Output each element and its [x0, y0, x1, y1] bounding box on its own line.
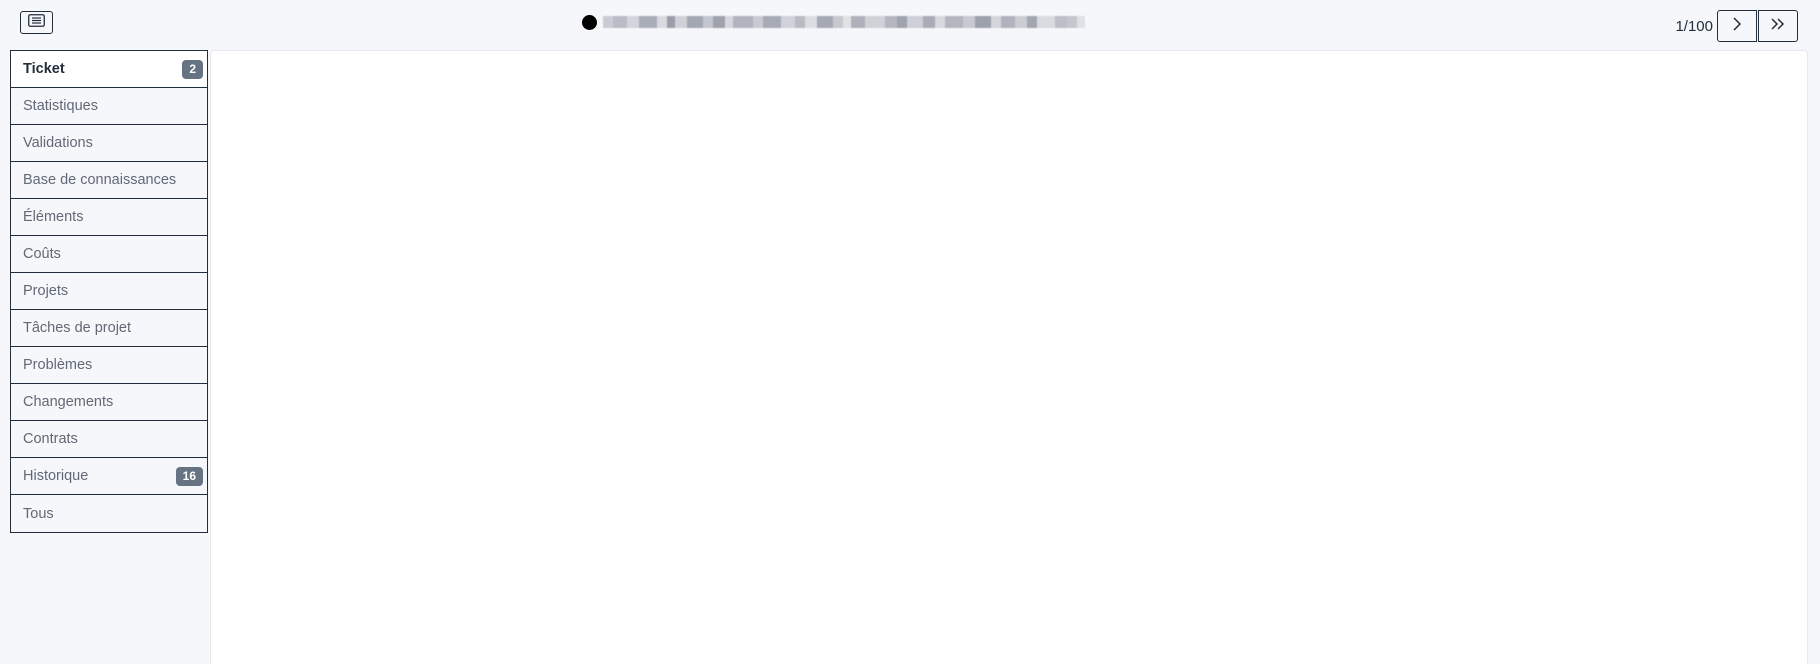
tab-label: Validations: [23, 135, 93, 151]
tab-label: Changements: [23, 394, 114, 410]
count-badge: 2: [182, 59, 203, 79]
chevron-right-icon: [1731, 16, 1743, 36]
list-icon: [28, 13, 45, 32]
tab-label: Statistiques: [23, 98, 98, 114]
next-button[interactable]: [1717, 10, 1757, 42]
toggle-sidebar-button[interactable]: [20, 11, 53, 34]
tab-label: Ticket: [23, 61, 65, 77]
redacted-title: [603, 12, 1156, 32]
tab-projets[interactable]: Projets: [11, 273, 207, 310]
last-button[interactable]: [1758, 10, 1798, 42]
pager-count: 1/100: [1675, 17, 1713, 35]
tab-statistiques[interactable]: Statistiques: [11, 88, 207, 125]
tab-changements[interactable]: Changements: [11, 384, 207, 421]
tab-taches-de-projet[interactable]: Tâches de projet: [11, 310, 207, 347]
count-badge: 16: [175, 466, 203, 486]
tab-label: Projets: [23, 283, 69, 299]
pager: 1/100: [1675, 10, 1798, 42]
tab-problemes[interactable]: Problèmes: [11, 347, 207, 384]
tab-label: Tous: [23, 505, 54, 522]
tab-ticket[interactable]: Ticket 2: [11, 51, 207, 88]
tab-label: Problèmes: [23, 357, 93, 373]
tab-couts[interactable]: Coûts: [11, 236, 207, 273]
tab-elements[interactable]: Éléments: [11, 199, 207, 236]
tab-label: Tâches de projet: [23, 320, 132, 336]
status-dot: [582, 14, 597, 30]
tab-validations[interactable]: Validations: [11, 125, 207, 162]
tab-label: Historique: [23, 468, 89, 484]
tab-tous[interactable]: Tous: [11, 495, 207, 532]
tab-label: Contrats: [23, 431, 78, 447]
top-bar: 1/100: [0, 0, 1820, 50]
tab-label: Coûts: [23, 246, 61, 262]
tab-historique[interactable]: Historique 16: [11, 458, 207, 495]
double-chevron-right-icon: [1770, 17, 1786, 36]
tab-label: Éléments: [23, 209, 84, 225]
sidebar-tabs: Ticket 2 Statistiques Validations Base d…: [10, 50, 208, 533]
tab-contrats[interactable]: Contrats: [11, 421, 207, 458]
tab-base-de-connaissances[interactable]: Base de connaissances: [11, 162, 207, 199]
tab-label: Base de connaissances: [23, 172, 177, 188]
main-content-panel: [210, 50, 1808, 664]
item-title: [582, 10, 1156, 34]
